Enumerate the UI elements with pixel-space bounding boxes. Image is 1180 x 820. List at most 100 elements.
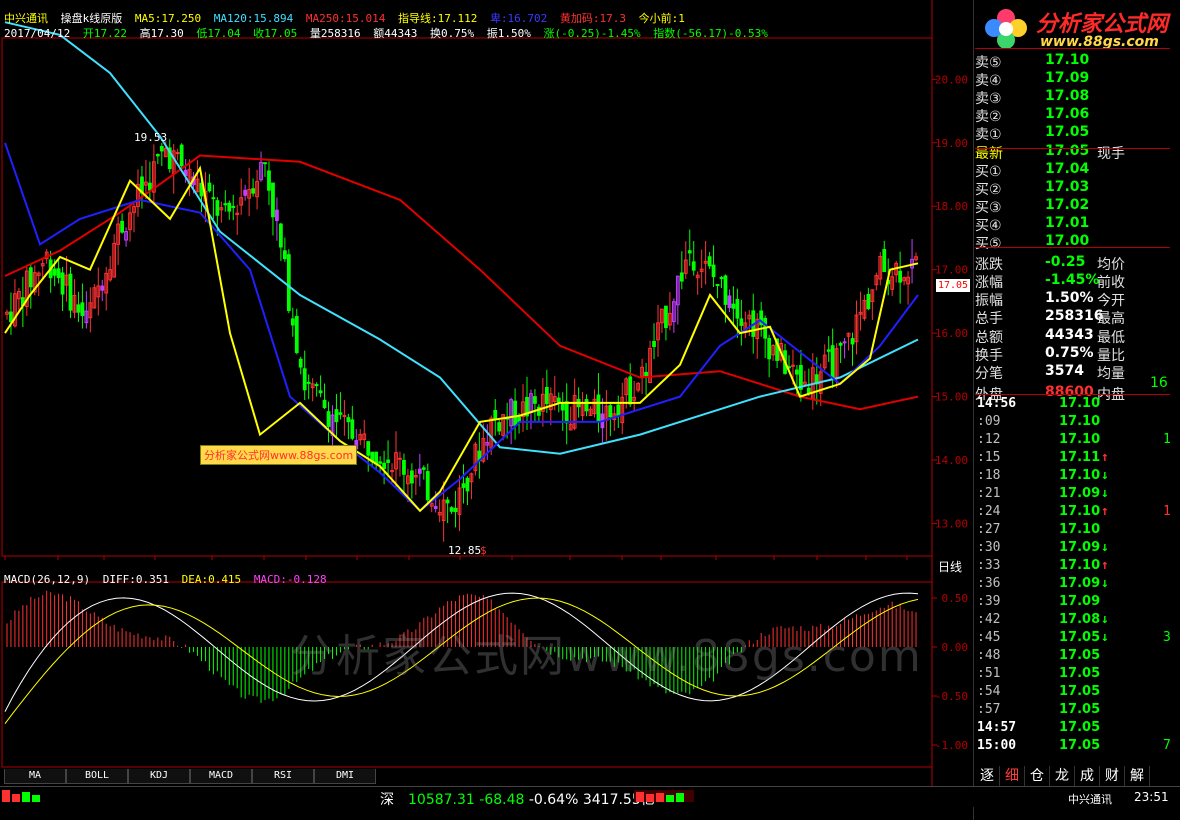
tick-time: 14:56 xyxy=(977,396,1017,411)
macd-axis-label: -1.00 xyxy=(935,739,968,752)
quote-note: 最高 xyxy=(1097,311,1125,328)
tick-row: :09 17.10 xyxy=(975,414,1170,432)
macd-axis-label: 0.00 xyxy=(942,641,969,654)
tick-price: 17.05 xyxy=(1059,648,1101,663)
quote-value: 17.10 xyxy=(1045,52,1090,68)
quote-label: 卖③ xyxy=(975,91,1002,108)
quote-row: 买④ 17.01 xyxy=(975,214,1170,234)
tick-time: :12 xyxy=(977,432,1001,447)
tick-volume: 3 xyxy=(1163,630,1171,645)
quote-row: 卖① 17.05 xyxy=(975,124,1170,143)
quote-label: 最新 xyxy=(975,145,1003,162)
tick-arrow-icon: ↓ xyxy=(1101,468,1109,483)
tab-boll[interactable]: BOLL xyxy=(66,769,128,784)
tick-price: 17.10 xyxy=(1059,522,1101,537)
tick-row: :57 17.05 xyxy=(975,702,1170,720)
quote-row: 买② 17.03 xyxy=(975,178,1170,198)
quote-value: 17.03 xyxy=(1045,178,1090,195)
bar-open: 开17.22 xyxy=(82,27,127,40)
quote-row: 总额 44343 最低 xyxy=(975,327,1170,346)
formula-name: 操盘k线原版 xyxy=(60,12,123,25)
tick-time: :18 xyxy=(977,468,1001,483)
tab-kdj[interactable]: KDJ xyxy=(128,769,190,784)
quote-value: 17.06 xyxy=(1045,106,1090,123)
tick-time: :33 xyxy=(977,558,1001,573)
quote-note: 均量 xyxy=(1097,365,1125,382)
market-bar-icon xyxy=(634,790,694,802)
tick-price: 17.09 xyxy=(1059,540,1101,555)
tick-price: 17.05 xyxy=(1059,738,1101,753)
tab-macd[interactable]: MACD xyxy=(190,769,252,784)
tab-long[interactable]: 龙 xyxy=(1050,766,1075,786)
tick-row: :54 17.05 xyxy=(975,684,1170,702)
quote-value: 17.04 xyxy=(1045,160,1090,177)
current-price-tag: 17.05 xyxy=(936,279,970,292)
quote-note: 今开 xyxy=(1097,293,1125,310)
indicator-tabs: MA BOLL KDJ MACD RSI DMI xyxy=(4,769,376,784)
tick-time: :54 xyxy=(977,684,1001,699)
tick-arrow-icon: ↓ xyxy=(1101,576,1109,591)
quote-label: 总额 xyxy=(975,329,1003,346)
tick-price: 17.10 xyxy=(1059,504,1101,519)
tick-time: :51 xyxy=(977,666,1001,681)
quote-value: 17.09 xyxy=(1045,70,1090,87)
tick-time: :45 xyxy=(977,630,1001,645)
quote-value: 17.01 xyxy=(1045,214,1090,231)
quote-value: 0.75% xyxy=(1045,344,1094,361)
tick-time: :27 xyxy=(977,522,1001,537)
quote-row: 卖⑤ 17.10 xyxy=(975,52,1170,71)
ma120-value: MA120:15.894 xyxy=(213,12,294,25)
tick-row: :33 17.10 ↑ xyxy=(975,558,1170,576)
bar-amount: 额44343 xyxy=(373,27,418,40)
bar-amplitude: 振1.50% xyxy=(486,27,531,40)
status-clock: 23:51 xyxy=(1134,790,1169,804)
quote-label: 卖④ xyxy=(975,73,1002,90)
tick-time: :57 xyxy=(977,702,1001,717)
tab-cheng[interactable]: 成 xyxy=(1075,766,1100,786)
tick-time: :21 xyxy=(977,486,1001,501)
tab-rsi[interactable]: RSI xyxy=(252,769,314,784)
tick-arrow-icon: ↑ xyxy=(1101,504,1109,519)
quote-label: 换手 xyxy=(975,347,1003,364)
macd-axis-label: -0.50 xyxy=(935,690,968,703)
bar-low: 低17.04 xyxy=(196,27,241,40)
tab-ma[interactable]: MA xyxy=(4,769,66,784)
index-change: -68.48 xyxy=(479,792,525,808)
tick-arrow-icon: ↓ xyxy=(1101,612,1109,627)
stock-name: 中兴通讯 xyxy=(4,12,48,25)
tick-price: 17.09 xyxy=(1059,594,1101,609)
tick-price: 17.10 xyxy=(1059,432,1101,447)
tab-dmi[interactable]: DMI xyxy=(314,769,376,784)
low-annotation: 12.85 xyxy=(448,544,482,557)
tick-arrow-icon: ↑ xyxy=(1101,558,1109,573)
period-label[interactable]: 日线 xyxy=(938,558,962,575)
tick-volume: 1 xyxy=(1163,432,1171,447)
quote-label: 总手 xyxy=(975,311,1003,328)
tab-zhu[interactable]: 逐 xyxy=(975,766,1000,786)
tick-arrow-icon: ↑ xyxy=(1101,450,1109,465)
bar-close: 收17.05 xyxy=(253,27,298,40)
tab-cang[interactable]: 仓 xyxy=(1025,766,1050,786)
tab-cai[interactable]: 财 xyxy=(1100,766,1125,786)
bar-turnover: 换0.75% xyxy=(429,27,475,40)
quote-label: 分笔 xyxy=(975,365,1003,382)
quote-separator xyxy=(975,148,1170,149)
tab-xi[interactable]: 细 xyxy=(1000,766,1025,786)
tick-volume: 1 xyxy=(1163,504,1171,519)
quote-row: 分笔 3574 均量 xyxy=(975,363,1170,382)
tab-jie[interactable]: 解 xyxy=(1125,766,1150,786)
macd-value: MACD:-0.128 xyxy=(253,573,327,586)
quote-value: 17.05 xyxy=(1045,142,1090,159)
tick-time: :39 xyxy=(977,594,1001,609)
tick-row: :48 17.05 xyxy=(975,648,1170,666)
high-annotation: 19.53 xyxy=(134,131,168,144)
tick-row: :15 17.11 ↑ xyxy=(975,450,1170,468)
quote-row: 卖④ 17.09 xyxy=(975,70,1170,90)
tick-price: 17.10 xyxy=(1059,468,1101,483)
jin-value: 今小前:1 xyxy=(638,12,685,25)
quote-label: 卖② xyxy=(975,109,1002,126)
tick-row: :42 17.08 ↓ xyxy=(975,612,1170,630)
tick-row: :39 17.09 xyxy=(975,594,1170,612)
tick-price: 17.08 xyxy=(1059,612,1101,627)
quote-note: 现手 xyxy=(1097,145,1125,162)
